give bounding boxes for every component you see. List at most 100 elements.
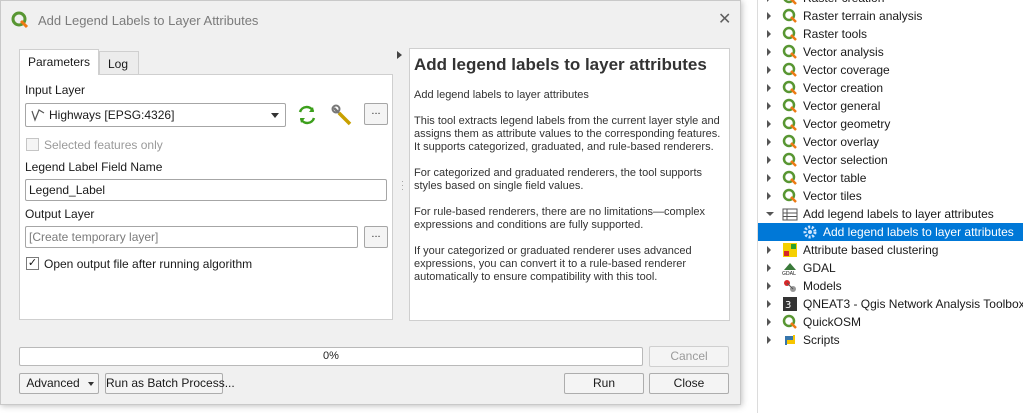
toolbox-group-item[interactable]: Vector creation bbox=[758, 79, 1023, 97]
chevron-right-icon[interactable] bbox=[767, 300, 771, 308]
tab-log[interactable]: Log bbox=[99, 51, 139, 74]
field-name-label: Legend Label Field Name bbox=[25, 160, 163, 174]
chevron-right-icon[interactable] bbox=[767, 138, 771, 146]
run-button[interactable]: Run bbox=[564, 373, 644, 394]
qgis-icon bbox=[782, 170, 797, 185]
run-batch-button[interactable]: Run as Batch Process... bbox=[105, 373, 235, 394]
field-name-input[interactable]: Legend_Label bbox=[25, 179, 387, 201]
toolbox-group-item[interactable]: QuickOSM bbox=[758, 313, 1023, 331]
input-layer-combo[interactable]: Highways [EPSG:4326] bbox=[25, 103, 286, 127]
input-layer-options-button[interactable]: ... bbox=[364, 103, 388, 125]
toolbox-item-label: QuickOSM bbox=[803, 315, 862, 329]
qgis-icon bbox=[783, 0, 797, 5]
chevron-right-icon[interactable] bbox=[767, 264, 771, 272]
toolbox-item-label: Vector tiles bbox=[803, 189, 862, 203]
tab-parameters[interactable]: Parameters bbox=[19, 49, 99, 75]
toolbox-group-item[interactable]: Vector selection bbox=[758, 151, 1023, 169]
close-button[interactable]: Close bbox=[649, 373, 729, 394]
chevron-right-icon[interactable] bbox=[767, 30, 771, 38]
toolbox-item-label: GDAL bbox=[803, 261, 836, 275]
toolbox-item-label: Vector creation bbox=[803, 81, 884, 95]
cancel-button[interactable]: Cancel bbox=[649, 346, 729, 367]
splitter-handle[interactable]: · · · bbox=[401, 177, 404, 194]
gear-icon bbox=[803, 225, 817, 239]
progress-bar: 0% bbox=[19, 347, 643, 366]
chevron-right-icon[interactable] bbox=[767, 336, 771, 344]
toolbox-group-item[interactable]: Vector geometry bbox=[758, 115, 1023, 133]
dialog-titlebar[interactable]: Add Legend Labels to Layer Attributes ✕ bbox=[1, 1, 740, 37]
output-layer-browse-button[interactable]: ... bbox=[364, 226, 388, 248]
toolbox-item-label: Models bbox=[803, 279, 842, 293]
toolbox-group-item[interactable]: Vector general bbox=[758, 97, 1023, 115]
chevron-right-icon[interactable] bbox=[767, 174, 771, 182]
toolbox-group-item[interactable]: Add legend labels to layer attributes bbox=[758, 205, 1023, 223]
toolbox-group-item[interactable]: Raster creation bbox=[758, 0, 1023, 7]
qgis-icon bbox=[782, 116, 797, 131]
chevron-right-icon[interactable] bbox=[767, 0, 771, 2]
toolbox-group-item[interactable]: Raster tools bbox=[758, 25, 1023, 43]
qgis-icon bbox=[782, 44, 797, 59]
input-layer-value: Highways [EPSG:4326] bbox=[49, 108, 175, 122]
input-layer-label: Input Layer bbox=[25, 83, 86, 97]
chevron-right-icon[interactable] bbox=[767, 246, 771, 254]
toolbox-group-item[interactable]: Vector analysis bbox=[758, 43, 1023, 61]
chevron-right-icon[interactable] bbox=[767, 156, 771, 164]
close-icon[interactable]: ✕ bbox=[718, 12, 731, 28]
models-icon bbox=[784, 280, 796, 292]
qgis-icon bbox=[782, 152, 797, 167]
help-paragraph: This tool extracts legend labels from th… bbox=[414, 115, 721, 153]
chevron-down-icon[interactable] bbox=[766, 212, 774, 216]
python-icon bbox=[785, 335, 795, 345]
toolbox-item-label: Vector geometry bbox=[803, 117, 891, 131]
toolbox-group-item[interactable]: Vector table bbox=[758, 169, 1023, 187]
svg-text:3: 3 bbox=[785, 300, 791, 311]
toolbox-item-label: Vector overlay bbox=[803, 135, 880, 149]
toolbox-group-item[interactable]: Attribute based clustering bbox=[758, 241, 1023, 259]
qgis-icon bbox=[782, 26, 797, 41]
chevron-right-icon[interactable] bbox=[767, 282, 771, 290]
svg-text:GDAL: GDAL bbox=[782, 271, 796, 276]
toolbox-group-item[interactable]: Vector tiles bbox=[758, 187, 1023, 205]
collapse-help-arrow-icon[interactable] bbox=[397, 51, 402, 59]
chevron-right-icon[interactable] bbox=[767, 12, 771, 20]
toolbox-item-label: Raster creation bbox=[803, 0, 884, 5]
toolbox-group-item[interactable]: 3 QNEAT3 - Qgis Network Analysis Toolbox bbox=[758, 295, 1023, 313]
toolbox-group-item[interactable]: Vector overlay bbox=[758, 133, 1023, 151]
toolbox-item-label: Add legend labels to layer attributes bbox=[823, 225, 1014, 239]
processing-dialog: Add Legend Labels to Layer Attributes ✕ … bbox=[0, 0, 741, 405]
open-output-checkbox[interactable]: ✓ bbox=[26, 257, 39, 270]
output-layer-label: Output Layer bbox=[25, 207, 95, 221]
chevron-right-icon[interactable] bbox=[767, 120, 771, 128]
selected-only-checkbox[interactable] bbox=[26, 138, 39, 151]
dialog-title: Add Legend Labels to Layer Attributes bbox=[38, 13, 259, 28]
chevron-right-icon[interactable] bbox=[767, 192, 771, 200]
toolbox-item-label: Raster tools bbox=[803, 27, 868, 41]
toolbox-algorithm-item[interactable]: Add legend labels to layer attributes bbox=[758, 223, 1023, 241]
iterate-icon[interactable] bbox=[296, 104, 318, 126]
toolbox-group-item[interactable]: Raster terrain analysis bbox=[758, 7, 1023, 25]
toolbox-group-item[interactable]: Models bbox=[758, 277, 1023, 295]
qgis-icon bbox=[782, 80, 797, 95]
help-paragraph: Add legend labels to layer attributes bbox=[414, 89, 589, 101]
toolbox-group-item[interactable]: Scripts bbox=[758, 331, 1023, 349]
toolbox-item-label: Vector coverage bbox=[803, 63, 890, 77]
chevron-right-icon[interactable] bbox=[767, 102, 771, 110]
toolbox-item-label: Vector general bbox=[803, 99, 881, 113]
selected-only-label: Selected features only bbox=[44, 138, 163, 152]
parameters-panel: Input Layer Highways [EPSG:4326] ... Sel… bbox=[19, 74, 393, 320]
chevron-right-icon[interactable] bbox=[767, 66, 771, 74]
help-paragraph: For categorized and graduated renderers,… bbox=[414, 167, 703, 192]
toolbox-group-item[interactable]: GDAL GDAL bbox=[758, 259, 1023, 277]
open-output-label: Open output file after running algorithm bbox=[44, 257, 253, 271]
chevron-right-icon[interactable] bbox=[767, 48, 771, 56]
toolbox-group-item[interactable]: Vector coverage bbox=[758, 61, 1023, 79]
chevron-right-icon[interactable] bbox=[767, 84, 771, 92]
wrench-icon[interactable] bbox=[330, 103, 354, 127]
chevron-right-icon[interactable] bbox=[767, 318, 771, 326]
output-layer-input[interactable]: [Create temporary layer] bbox=[25, 226, 358, 248]
toolbox-item-label: Raster terrain analysis bbox=[803, 9, 923, 23]
qgis-icon bbox=[782, 134, 797, 149]
advanced-button[interactable]: Advanced bbox=[19, 373, 99, 394]
toolbox-item-label: Add legend labels to layer attributes bbox=[803, 207, 994, 221]
line-layer-icon bbox=[31, 109, 45, 122]
